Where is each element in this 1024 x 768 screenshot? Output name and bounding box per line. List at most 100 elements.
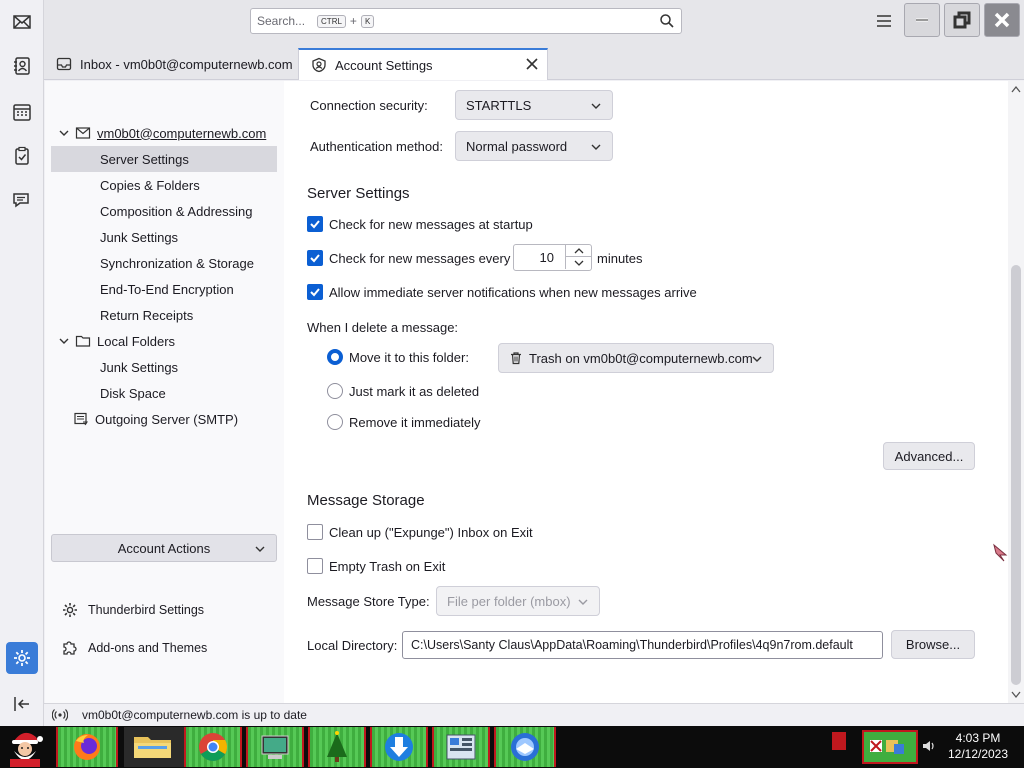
- sidebar-item-server-settings[interactable]: Server Settings: [51, 146, 277, 172]
- move-to-folder-radio[interactable]: [327, 349, 343, 365]
- tab-account-settings[interactable]: Account Settings: [298, 48, 548, 80]
- minutes-label: minutes: [597, 251, 643, 266]
- sidebar-item-composition[interactable]: Composition & Addressing: [51, 198, 277, 224]
- auth-method-value: Normal password: [466, 138, 568, 154]
- check-every-checkbox[interactable]: [307, 250, 323, 266]
- addons-themes-link[interactable]: Add-ons and Themes: [61, 636, 207, 660]
- minimize-button[interactable]: [904, 3, 940, 37]
- stepper-up-button[interactable]: [565, 245, 591, 257]
- search-input[interactable]: Search... CTRL + K: [250, 8, 682, 34]
- taskbar-firefox[interactable]: [56, 727, 118, 767]
- sidebar-item-outgoing-server[interactable]: Outgoing Server (SMTP): [51, 406, 277, 432]
- trash-folder-select[interactable]: Trash on vm0b0t@computernewb.com: [498, 343, 774, 373]
- taskbar-clock[interactable]: 4:03 PM 12/12/2023: [940, 730, 1016, 762]
- addons-themes-label: Add-ons and Themes: [88, 641, 208, 655]
- check-interval-stepper[interactable]: 10: [513, 244, 592, 271]
- empty-trash-checkbox[interactable]: [307, 558, 323, 574]
- start-button[interactable]: [0, 727, 52, 767]
- advanced-button[interactable]: Advanced...: [883, 442, 975, 470]
- sidebar-item-return-receipts[interactable]: Return Receipts: [51, 302, 277, 328]
- browse-button[interactable]: Browse...: [891, 630, 975, 659]
- taskbar-downloads[interactable]: [370, 727, 428, 767]
- tasks-icon: [15, 146, 29, 165]
- mouse-cursor-icon: [993, 543, 1008, 562]
- thunderbird-settings-link[interactable]: Thunderbird Settings: [61, 598, 204, 622]
- scrollbar-thumb[interactable]: [1011, 265, 1021, 685]
- gear-icon: [14, 650, 30, 666]
- sidebar-item-label: Disk Space: [100, 385, 166, 401]
- chevron-down-icon[interactable]: [57, 334, 71, 348]
- connection-security-select[interactable]: STARTTLS: [455, 90, 613, 120]
- vertical-scrollbar[interactable]: [1008, 81, 1024, 703]
- stepper-down-button[interactable]: [565, 257, 591, 269]
- tab-inbox[interactable]: Inbox - vm0b0t@computernewb.com: [44, 48, 296, 80]
- sidebar-item-disk-space[interactable]: Disk Space: [51, 380, 277, 406]
- sidebar-item-label: Return Receipts: [100, 307, 194, 323]
- firefox-icon: [74, 734, 100, 760]
- minimize-icon: [916, 18, 928, 22]
- taskbar-computer[interactable]: [246, 727, 304, 767]
- taskbar-christmas-tree[interactable]: [308, 727, 366, 767]
- mail-space-button[interactable]: [6, 6, 38, 38]
- settings-space-button[interactable]: [6, 642, 38, 674]
- account-tree-sidebar: vm0b0t@computernewb.com Server Settings …: [45, 81, 284, 703]
- local-directory-field[interactable]: C:\Users\Santy Claus\AppData\Roaming\Thu…: [402, 631, 883, 659]
- santa-start-icon: [10, 732, 43, 767]
- mail-icon: [13, 15, 31, 29]
- thunderbird-settings-label: Thunderbird Settings: [88, 603, 205, 617]
- account-row[interactable]: vm0b0t@computernewb.com: [51, 120, 277, 146]
- sidebar-item-sync-storage[interactable]: Synchronization & Storage: [51, 250, 277, 276]
- move-to-folder-label: Move it to this folder:: [349, 350, 469, 365]
- sidebar-item-e2e-encryption[interactable]: End-To-End Encryption: [51, 276, 277, 302]
- volume-icon[interactable]: [922, 739, 936, 753]
- checkmark-icon: [310, 220, 320, 229]
- chat-space-button[interactable]: [6, 184, 38, 216]
- store-type-value: File per folder (mbox): [447, 593, 571, 609]
- collapse-icon: [14, 697, 29, 711]
- taskbar-control-panel[interactable]: [432, 727, 490, 767]
- tasks-space-button[interactable]: [6, 140, 38, 172]
- taskbar-thunderbird[interactable]: [494, 727, 556, 767]
- status-text: vm0b0t@computernewb.com is up to date: [82, 708, 307, 722]
- tray-icons: [870, 740, 904, 754]
- remove-immediately-radio[interactable]: [327, 414, 343, 430]
- shortcut-key-ctrl: CTRL: [317, 14, 346, 28]
- chevron-down-icon: [591, 103, 601, 109]
- calendar-space-button[interactable]: [6, 96, 38, 128]
- tab-label: Account Settings: [335, 57, 433, 73]
- online-status-icon[interactable]: [52, 707, 68, 723]
- close-window-button[interactable]: [984, 3, 1020, 37]
- chat-icon: [13, 193, 29, 208]
- scroll-up-icon[interactable]: [1011, 85, 1021, 93]
- sidebar-item-label: Junk Settings: [100, 359, 179, 375]
- scroll-down-icon[interactable]: [1011, 691, 1021, 699]
- gear-icon: [63, 603, 77, 617]
- check-interval-value: 10: [539, 250, 554, 265]
- auth-method-select[interactable]: Normal password: [455, 131, 613, 161]
- chevron-down-icon[interactable]: [57, 126, 71, 140]
- local-folders-row[interactable]: Local Folders: [51, 328, 277, 354]
- collapse-spaces-button[interactable]: [6, 688, 38, 720]
- allow-notifications-label: Allow immediate server notifications whe…: [329, 285, 697, 300]
- sidebar-item-local-junk[interactable]: Junk Settings: [51, 354, 277, 380]
- check-startup-checkbox[interactable]: [307, 216, 323, 232]
- sidebar-item-label: Synchronization & Storage: [100, 255, 254, 271]
- tab-label: Inbox - vm0b0t@computernewb.com: [80, 56, 293, 72]
- app-menu-icon[interactable]: [874, 12, 894, 30]
- address-book-space-button[interactable]: [6, 50, 38, 82]
- allow-notifications-checkbox[interactable]: [307, 284, 323, 300]
- taskbar-chrome[interactable]: [184, 727, 242, 767]
- system-tray[interactable]: [862, 730, 918, 764]
- sidebar-item-copies-folders[interactable]: Copies & Folders: [51, 172, 277, 198]
- puzzle-icon: [63, 641, 77, 655]
- account-actions-button[interactable]: Account Actions: [51, 534, 277, 562]
- chevron-down-icon: [255, 546, 265, 552]
- clean-up-checkbox[interactable]: [307, 524, 323, 540]
- restore-button[interactable]: [944, 3, 980, 37]
- just-mark-deleted-radio[interactable]: [327, 383, 343, 399]
- sidebar-item-junk-settings[interactable]: Junk Settings: [51, 224, 277, 250]
- local-directory-label: Local Directory:: [307, 638, 398, 653]
- close-tab-icon[interactable]: [525, 57, 539, 71]
- sidebar-item-label: Junk Settings: [100, 229, 179, 245]
- christmas-tree-icon: [327, 731, 347, 762]
